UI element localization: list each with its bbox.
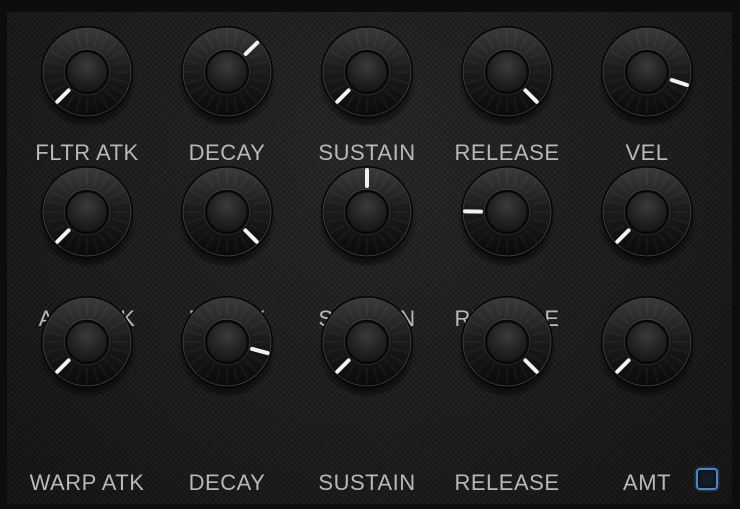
knob-label-warp-atk: WARP ATK — [29, 470, 145, 495]
knob-vel-row2[interactable] — [597, 162, 697, 266]
knob-fltr-atk-row1[interactable] — [37, 22, 137, 126]
knob-sustain-row2[interactable] — [317, 162, 417, 266]
knob-release-row1[interactable] — [457, 22, 557, 126]
envelope-panel: FLTR ATKDECAYSUSTAINRELEASEVELAMP ATKDEC… — [7, 12, 732, 504]
knob-decay-row3[interactable] — [177, 292, 277, 396]
knob-graphic — [317, 166, 417, 266]
knob-sustain-row1[interactable] — [317, 22, 417, 126]
knob-graphic — [597, 26, 697, 126]
knob-label-sustain: SUSTAIN — [318, 470, 416, 495]
knob-amt-row3[interactable] — [597, 292, 697, 396]
knob-graphic — [457, 26, 557, 126]
knob-graphic — [457, 166, 557, 266]
knob-graphic — [317, 296, 417, 396]
knob-release-row3[interactable] — [457, 292, 557, 396]
knob-label-release: RELEASE — [454, 470, 560, 495]
knob-amp-atk-row2[interactable] — [37, 162, 137, 266]
knob-vel-row1[interactable] — [597, 22, 697, 126]
knob-graphic — [37, 166, 137, 266]
knob-label-decay: DECAY — [188, 470, 266, 495]
knob-graphic — [597, 296, 697, 396]
knob-graphic — [37, 26, 137, 126]
knob-graphic — [177, 296, 277, 396]
knob-graphic — [457, 296, 557, 396]
knob-sustain-row3[interactable] — [317, 292, 417, 396]
amt-toggle-checkbox[interactable] — [696, 468, 718, 490]
knob-graphic — [317, 26, 417, 126]
knob-graphic — [177, 26, 277, 126]
knob-decay-row1[interactable] — [177, 22, 277, 126]
knob-release-row2[interactable] — [457, 162, 557, 266]
knob-graphic — [37, 296, 137, 396]
knob-graphic — [597, 166, 697, 266]
knob-warp-atk-row3[interactable] — [37, 292, 137, 396]
knob-decay-row2[interactable] — [177, 162, 277, 266]
knob-graphic — [177, 166, 277, 266]
